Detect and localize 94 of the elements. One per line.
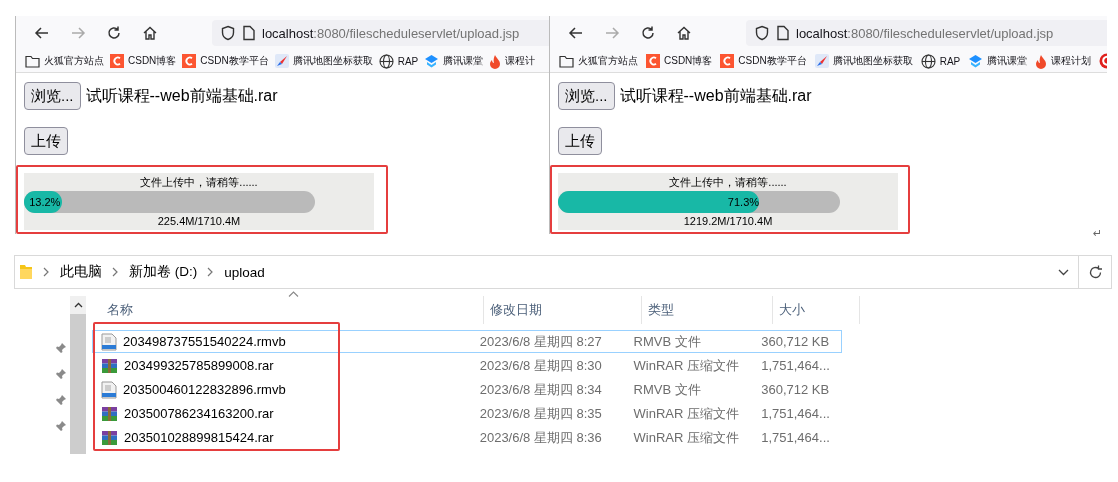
file-name: 试听课程--web前端基础.rar — [619, 85, 812, 106]
column-header[interactable]: 名称 — [92, 296, 484, 324]
pin-icon[interactable] — [55, 420, 67, 432]
type-cell-text: RMVB 文件 — [632, 332, 702, 351]
column-header[interactable]: 修改日期 — [484, 296, 642, 324]
breadcrumb-item[interactable]: upload — [224, 264, 265, 280]
letter-c-icon[interactable] — [646, 54, 660, 68]
compass-icon[interactable] — [274, 54, 289, 68]
page-icon — [776, 25, 790, 41]
sort-caret-icon[interactable] — [288, 291, 299, 297]
status-text: 文件上传中，请稍等...... — [669, 175, 787, 190]
browse-button[interactable]: 浏览... — [24, 82, 81, 110]
refresh-icon[interactable] — [1087, 264, 1103, 280]
pin-icon[interactable] — [55, 394, 67, 406]
globe-icon[interactable] — [920, 53, 936, 69]
bookmark[interactable]: CSDN博客 — [128, 54, 177, 68]
folder-icon[interactable] — [25, 54, 40, 68]
date-cell-text: 2023/6/8 星期四 8:34 — [478, 380, 603, 399]
file-name: 203501028899815424.rar — [124, 430, 274, 445]
file-name: 试听课程--web前端基础.rar — [85, 85, 278, 106]
pin-icon[interactable] — [55, 368, 67, 380]
cap-icon[interactable] — [424, 54, 440, 68]
type-cell-text: WinRAR 压缩文件 — [632, 428, 741, 447]
video-file-icon — [101, 332, 117, 351]
return-mark: ↵ — [1093, 227, 1103, 240]
bookmark[interactable]: 腾讯地图坐标获取 — [292, 54, 373, 68]
bookmark[interactable]: CSDN博客 — [664, 54, 713, 68]
breadcrumb-item[interactable]: 此电脑 — [60, 263, 102, 281]
video-file-icon — [101, 380, 117, 399]
archive-file-icon — [101, 357, 118, 374]
chevron-icon — [43, 267, 50, 277]
bookmark[interactable]: 课程计划 — [1051, 54, 1092, 68]
column-header[interactable]: 类型 — [642, 296, 773, 324]
chevron-icon — [112, 267, 119, 277]
letter-c-icon[interactable] — [720, 54, 735, 68]
file-name: 203499325785899008.rar — [124, 358, 274, 373]
size-cell-text: 1,751,464... — [760, 430, 831, 445]
bookmark[interactable]: RAP — [397, 55, 419, 67]
folder-icon[interactable] — [559, 54, 574, 68]
bookmark[interactable]: 腾讯课堂 — [443, 54, 484, 68]
bookmark[interactable]: CSDN教学平台 — [200, 54, 269, 68]
scroll-up-icon[interactable] — [70, 296, 86, 314]
address-bar[interactable]: 此电脑 新加卷 (D:) upload — [14, 255, 1112, 289]
bookmark[interactable]: CSDN教学平台 — [738, 54, 807, 68]
bookmark[interactable]: RAP — [939, 55, 961, 67]
transfer-text: 1219.2M/1710.4M — [683, 215, 773, 227]
upload-button[interactable]: 上传 — [24, 127, 68, 155]
shield-icon[interactable] — [754, 25, 770, 41]
cap-icon[interactable] — [968, 54, 984, 68]
url-text: localhost:8080/filescheduleservlet/upload.jsp — [796, 25, 1054, 41]
letter-c-icon[interactable] — [182, 54, 197, 68]
chevron-icon — [207, 267, 215, 277]
upload-button[interactable]: 上传 — [558, 127, 602, 155]
flame-icon[interactable] — [1035, 53, 1048, 69]
address-bar[interactable]: localhost:8080/filescheduleservlet/upload.jsp — [746, 20, 1107, 46]
percent-text: 71.3% — [727, 196, 760, 208]
date-cell-text: 2023/6/8 星期四 8:30 — [478, 356, 603, 375]
status-text: 文件上传中，请稍等...... — [140, 175, 258, 190]
archive-file-icon — [101, 405, 118, 422]
bookmark[interactable]: 课程计 — [505, 54, 536, 68]
date-cell-text: 2023/6/8 星期四 8:35 — [478, 404, 603, 423]
compass-icon[interactable] — [814, 54, 829, 68]
address-bar[interactable]: localhost:8080/filescheduleservlet/upload.jsp — [212, 20, 549, 46]
type-cell-text: RMVB 文件 — [632, 380, 702, 399]
archive-file-icon — [101, 429, 118, 446]
transfer-text: 225.4M/1710.4M — [157, 215, 241, 227]
file-name: 203498737551540224.rmvb — [123, 334, 286, 349]
browse-button[interactable]: 浏览... — [558, 82, 615, 110]
shield-icon[interactable] — [220, 25, 236, 41]
breadcrumb-item[interactable]: 新加卷 (D:) — [129, 263, 198, 281]
size-cell-text: 1,751,464... — [760, 406, 831, 421]
file-name: 203500460122832896.rmvb — [123, 382, 286, 397]
size-cell-text: 1,751,464... — [760, 358, 831, 373]
scrollbar[interactable] — [70, 296, 86, 454]
flame-icon[interactable] — [489, 53, 502, 69]
type-cell-text: WinRAR 压缩文件 — [632, 356, 741, 375]
bookmark[interactable]: 火狐官方站点 — [578, 54, 638, 68]
letter-c-icon[interactable] — [110, 54, 124, 68]
percent-text: 13.2% — [29, 196, 62, 208]
date-cell-text: 2023/6/8 星期四 8:27 — [478, 332, 603, 351]
globe-icon[interactable] — [378, 53, 394, 69]
size-cell-text: 360,712 KB — [760, 382, 831, 397]
type-cell-text: WinRAR 压缩文件 — [632, 404, 741, 423]
bookmark[interactable]: 腾讯地图坐标获取 — [832, 54, 913, 68]
file-name: 203500786234163200.rar — [124, 406, 274, 421]
pin-icon[interactable] — [55, 342, 67, 354]
column-header[interactable]: 大小 — [773, 296, 860, 324]
size-cell-text: 360,712 KB — [760, 334, 831, 349]
url-text: localhost:8080/filescheduleservlet/upload.jsp — [262, 25, 520, 41]
bookmark[interactable]: 火狐官方站点 — [44, 54, 104, 68]
folder-icon — [19, 264, 33, 280]
date-cell-text: 2023/6/8 星期四 8:36 — [478, 428, 603, 447]
bookmark[interactable]: 腾讯课堂 — [987, 54, 1028, 68]
page-icon — [242, 25, 256, 41]
